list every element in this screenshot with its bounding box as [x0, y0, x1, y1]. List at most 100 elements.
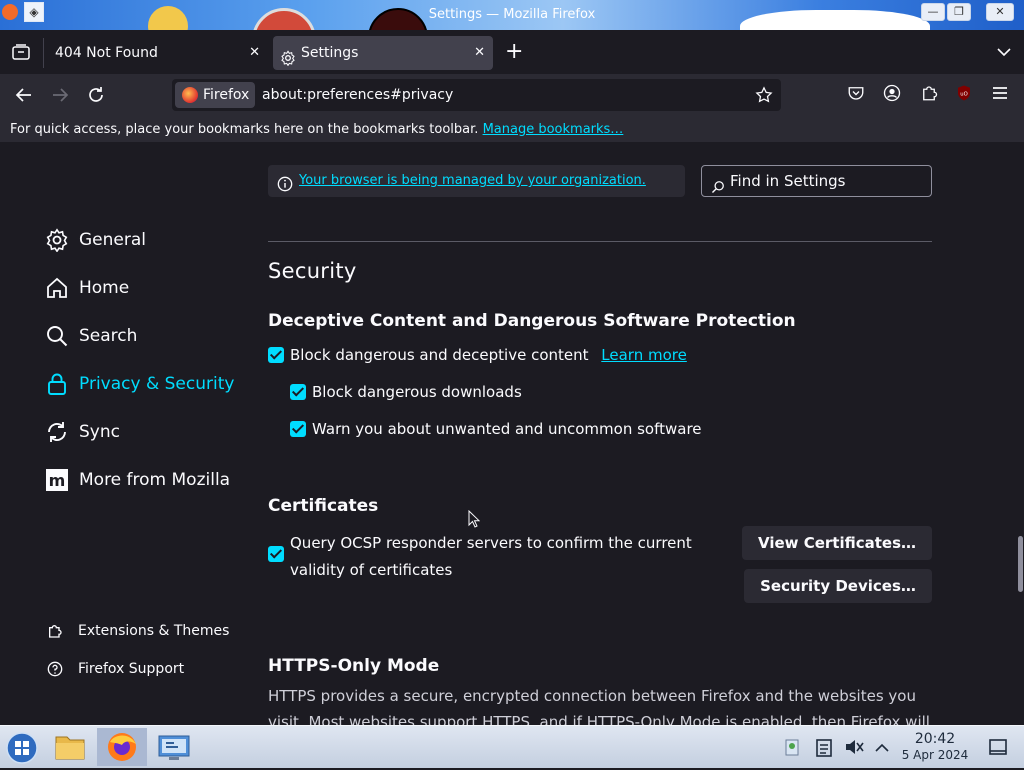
sidebar-item-home[interactable]: Home [45, 273, 129, 303]
managed-by-organization-link[interactable]: Your browser is being managed by your or… [299, 173, 646, 188]
identity-box[interactable]: Firefox [175, 82, 255, 108]
sidebar-item-privacy-security[interactable]: Privacy & Security [45, 369, 234, 399]
checkbox-checked[interactable] [290, 421, 306, 437]
tray-expand-icon[interactable] [872, 728, 892, 766]
puzzle-icon [49, 625, 62, 638]
tray-network-icon[interactable] [780, 728, 804, 766]
manage-bookmarks-link[interactable]: Manage bookmarks… [483, 122, 624, 137]
https-only-heading: HTTPS-Only Mode [268, 656, 440, 676]
back-arrow-icon[interactable] [13, 84, 35, 106]
mouse-cursor-icon [468, 509, 481, 528]
mozilla-icon: m [46, 469, 68, 491]
section-divider [268, 241, 932, 242]
checkbox-checked[interactable] [290, 384, 306, 400]
clock-date[interactable]: 5 Apr 2024 [900, 748, 970, 762]
sidebar-item-more-from-mozilla[interactable]: m More from Mozilla [45, 465, 230, 495]
deceptive-content-heading: Deceptive Content and Dangerous Software… [268, 311, 796, 331]
navigation-toolbar: Firefox about:preferences#privacy uO [0, 74, 1024, 116]
tab-label: 404 Not Found [55, 45, 158, 61]
svg-text:m: m [49, 471, 66, 490]
block-downloads-checkbox[interactable]: Block dangerous downloads [290, 382, 522, 402]
info-icon [277, 173, 293, 192]
sidebar-item-label: Search [79, 326, 138, 346]
firefox-logo-icon [182, 87, 198, 103]
checkbox-label: Block dangerous and deceptive content [290, 346, 589, 364]
warn-uncommon-software-checkbox[interactable]: Warn you about unwanted and uncommon sof… [290, 419, 702, 439]
clipboard-icon[interactable] [812, 728, 836, 766]
footer-label: Firefox Support [78, 661, 185, 677]
sidebar-item-label: More from Mozilla [79, 470, 231, 490]
window-title-bar: ◈ Settings — Mozilla Firefox — ❐ ✕ [0, 0, 1024, 30]
checkbox-checked[interactable] [268, 546, 284, 562]
forward-arrow-icon[interactable] [49, 84, 71, 106]
sidebar-item-sync[interactable]: Sync [45, 417, 120, 447]
address-bar[interactable]: Firefox about:preferences#privacy [172, 79, 781, 111]
gear-icon [46, 228, 68, 252]
sidebar-item-search[interactable]: Search [45, 321, 137, 351]
page-scrollbar-thumb[interactable] [1018, 536, 1023, 592]
settings-page: General Home Search Privacy & Security S… [0, 144, 1024, 725]
minimize-button[interactable]: — [921, 3, 945, 21]
sidebar-item-general[interactable]: General [45, 225, 146, 255]
bookmarks-toolbar-message: For quick access, place your bookmarks h… [10, 122, 479, 137]
tab-separator [43, 38, 44, 68]
tab-404-not-found[interactable]: 404 Not Found ✕ [46, 36, 268, 70]
block-deceptive-checkbox[interactable]: Block dangerous and deceptive content Le… [268, 345, 687, 365]
ocsp-checkbox[interactable]: Query OCSP responder servers to confirm … [268, 530, 708, 584]
checkbox-label-line2: validity of certificates [290, 561, 453, 579]
checkbox-label: Block dangerous downloads [312, 383, 522, 401]
sidebar-item-label: Home [79, 278, 130, 298]
hamburger-menu-icon[interactable] [989, 84, 1011, 106]
show-desktop-icon[interactable] [986, 728, 1010, 766]
identity-label: Firefox [203, 87, 250, 103]
search-icon [711, 174, 725, 194]
policies-notice: Your browser is being managed by your or… [268, 165, 685, 197]
control-panel-icon[interactable] [152, 728, 196, 766]
ublock-origin-icon[interactable]: uO [953, 84, 975, 106]
help-icon [47, 661, 63, 677]
find-in-settings-input[interactable]: Find in Settings [701, 165, 932, 197]
close-tab-icon[interactable]: ✕ [249, 36, 260, 70]
bookmark-star-icon[interactable] [755, 86, 773, 104]
sidebar-item-label: General [79, 230, 146, 250]
sync-icon [48, 422, 66, 442]
url-input[interactable]: about:preferences#privacy [262, 79, 453, 111]
sidebar-item-label: Privacy & Security [79, 374, 235, 394]
learn-more-link[interactable]: Learn more [601, 346, 687, 364]
volume-muted-icon[interactable] [842, 728, 866, 766]
close-tab-icon[interactable]: ✕ [474, 36, 485, 70]
account-icon[interactable] [881, 84, 903, 106]
https-only-description: HTTPS provides a secure, encrypted conne… [268, 687, 930, 725]
firefox-view-icon[interactable] [12, 44, 30, 60]
security-devices-button[interactable]: Security Devices… [744, 569, 932, 603]
clock-time[interactable]: 20:42 [900, 731, 970, 747]
tab-label: Settings [301, 45, 359, 61]
lock-icon [48, 373, 66, 395]
gear-icon [280, 45, 296, 67]
start-menu-button[interactable] [0, 728, 44, 766]
file-manager-icon[interactable] [48, 728, 92, 766]
firefox-support-link[interactable]: Firefox Support [47, 659, 184, 679]
certificates-heading: Certificates [268, 496, 379, 516]
view-certificates-button[interactable]: View Certificates… [742, 526, 932, 560]
checkbox-label-line1: Query OCSP responder servers to confirm … [290, 534, 692, 552]
search-icon [47, 326, 68, 347]
security-heading: Security [268, 259, 357, 283]
checkbox-label: Warn you about unwanted and uncommon sof… [312, 420, 702, 438]
new-tab-button[interactable]: + [505, 40, 523, 64]
sidebar-item-label: Sync [79, 422, 120, 442]
footer-label: Extensions & Themes [78, 623, 230, 639]
close-window-button[interactable]: ✕ [986, 3, 1014, 21]
tab-strip: 404 Not Found ✕ Settings ✕ + [0, 30, 1024, 74]
maximize-button[interactable]: ❐ [947, 3, 971, 21]
firefox-taskbar-icon[interactable] [97, 728, 147, 766]
tab-settings[interactable]: Settings ✕ [273, 36, 493, 70]
list-all-tabs-icon[interactable] [994, 42, 1014, 62]
search-placeholder: Find in Settings [730, 172, 846, 190]
pocket-icon[interactable] [845, 84, 867, 106]
checkbox-checked[interactable] [268, 347, 284, 363]
home-icon [47, 277, 67, 298]
extensions-puzzle-icon[interactable] [918, 84, 940, 106]
extensions-themes-link[interactable]: Extensions & Themes [47, 621, 229, 641]
reload-icon[interactable] [85, 84, 107, 106]
